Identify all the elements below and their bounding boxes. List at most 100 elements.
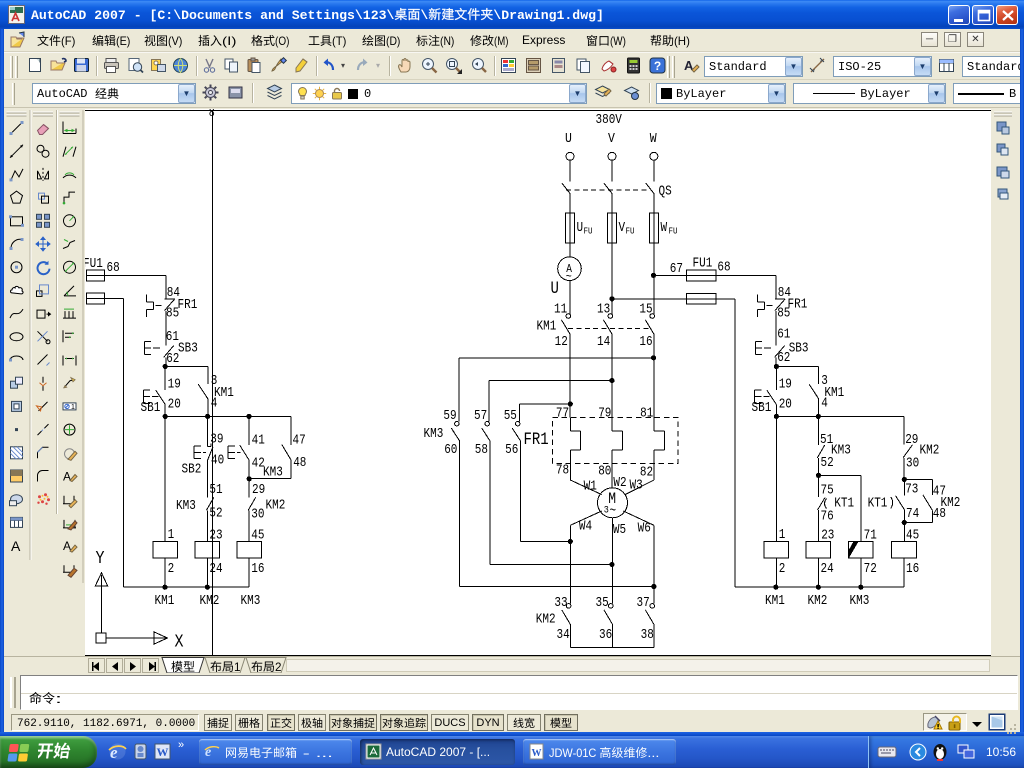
svg-text:80: 80	[598, 465, 611, 480]
svg-text:76: 76	[821, 510, 834, 525]
svg-text:55: 55	[504, 409, 517, 424]
svg-text:QS: QS	[659, 185, 672, 200]
svg-text:AutoCAD 2007 - [C:\Documents a: AutoCAD 2007 - [C:\Documents and Setting…	[31, 8, 395, 23]
svg-text:FU1: FU1	[85, 257, 103, 272]
svg-text:SB3: SB3	[789, 342, 809, 357]
svg-text:48: 48	[293, 456, 306, 471]
svg-text:KM2: KM2	[536, 613, 556, 628]
svg-text:KM2: KM2	[920, 443, 940, 458]
svg-text:30: 30	[251, 508, 264, 523]
svg-text:(N): (N)	[440, 34, 454, 48]
svg-text:14: 14	[597, 335, 610, 350]
svg-text:\Drawing1.dwg]: \Drawing1.dwg]	[493, 8, 604, 23]
svg-text:52: 52	[821, 456, 834, 471]
svg-text:W4: W4	[579, 520, 592, 535]
svg-text:U: U	[551, 280, 559, 299]
svg-text:KT1: KT1	[868, 497, 888, 512]
svg-text:68: 68	[717, 261, 730, 276]
svg-text:FR1: FR1	[788, 298, 808, 313]
svg-text:(H): (H)	[674, 34, 690, 48]
svg-text:FR1: FR1	[178, 298, 198, 313]
svg-text:W: W	[157, 745, 169, 759]
svg-text:FR1: FR1	[524, 431, 549, 450]
svg-text:20: 20	[168, 398, 181, 413]
svg-text:(F): (F)	[61, 34, 75, 48]
svg-text:FU: FU	[669, 226, 678, 237]
svg-text:~: ~	[566, 270, 572, 284]
svg-text:KM2: KM2	[200, 594, 220, 609]
svg-text:57: 57	[474, 409, 487, 424]
svg-text:SB3: SB3	[178, 342, 198, 357]
svg-text:68: 68	[107, 261, 120, 276]
svg-text:1: 1	[168, 528, 175, 543]
svg-text:78: 78	[556, 464, 569, 479]
svg-text:W: W	[661, 221, 668, 236]
svg-text:62: 62	[166, 352, 179, 367]
svg-text:(I): (I)	[222, 34, 236, 48]
svg-text:30: 30	[906, 457, 919, 472]
svg-text:U: U	[577, 221, 584, 236]
svg-text:(D): (D)	[386, 34, 400, 48]
svg-text:73: 73	[905, 483, 918, 498]
svg-text:20: 20	[779, 398, 792, 413]
svg-text:KM3: KM3	[850, 594, 870, 609]
svg-text:A: A	[63, 470, 71, 484]
svg-text:(T): (T)	[332, 34, 346, 48]
svg-text:40: 40	[211, 454, 224, 469]
svg-text:1: 1	[71, 404, 75, 411]
svg-text:37: 37	[637, 596, 650, 611]
svg-text:52: 52	[209, 507, 222, 522]
svg-text:74: 74	[906, 507, 919, 522]
svg-text:85: 85	[777, 307, 790, 322]
svg-text:...: ...	[647, 746, 659, 760]
svg-text:33: 33	[554, 596, 567, 611]
svg-text:A: A	[11, 538, 21, 554]
svg-text:(M): (M)	[494, 34, 508, 48]
svg-text:56: 56	[505, 443, 518, 458]
svg-text:KT1: KT1	[834, 497, 854, 512]
svg-text:KM2: KM2	[266, 499, 286, 514]
svg-text:41: 41	[252, 434, 265, 449]
svg-text:(W): (W)	[610, 34, 626, 48]
svg-text:W2: W2	[613, 476, 626, 491]
svg-text:4: 4	[211, 397, 218, 412]
svg-text:38: 38	[641, 628, 654, 643]
svg-text:59: 59	[443, 409, 456, 424]
svg-text:62: 62	[777, 351, 790, 366]
svg-text:KM1: KM1	[537, 320, 557, 335]
svg-text:11: 11	[554, 303, 567, 318]
svg-text:SB1: SB1	[141, 401, 161, 416]
svg-text:380V: 380V	[596, 113, 622, 128]
svg-text:12: 12	[555, 335, 568, 350]
svg-text:24: 24	[209, 562, 222, 577]
svg-text:X: X	[175, 633, 184, 653]
svg-text:1: 1	[234, 660, 241, 674]
svg-text:2: 2	[779, 562, 786, 577]
svg-text:3: 3	[604, 505, 609, 517]
svg-text:W5: W5	[613, 523, 626, 538]
svg-text:35: 35	[596, 596, 609, 611]
svg-text:SB1: SB1	[752, 401, 772, 416]
svg-text:(E): (E)	[116, 34, 130, 48]
svg-text:75: 75	[821, 484, 834, 499]
svg-text:72: 72	[864, 562, 877, 577]
svg-text::: :	[55, 691, 62, 706]
svg-text:KM3: KM3	[176, 499, 196, 514]
svg-text:60: 60	[444, 443, 457, 458]
svg-text:?: ?	[654, 59, 661, 73]
svg-text:W1: W1	[584, 480, 597, 495]
svg-text:FU1: FU1	[693, 257, 713, 272]
svg-text:~: ~	[610, 505, 617, 520]
svg-text:81: 81	[640, 406, 653, 421]
svg-text:KM1: KM1	[155, 594, 175, 609]
svg-text:19: 19	[168, 378, 181, 393]
svg-text:36: 36	[599, 628, 612, 643]
svg-text:Y: Y	[96, 549, 105, 569]
svg-text:W6: W6	[638, 522, 651, 537]
svg-text:16: 16	[639, 335, 652, 350]
svg-text:34: 34	[557, 628, 570, 643]
svg-text:1: 1	[779, 528, 786, 543]
svg-text:85: 85	[166, 307, 179, 322]
svg-text:(O): (O)	[275, 34, 289, 48]
svg-text:V: V	[619, 221, 626, 236]
